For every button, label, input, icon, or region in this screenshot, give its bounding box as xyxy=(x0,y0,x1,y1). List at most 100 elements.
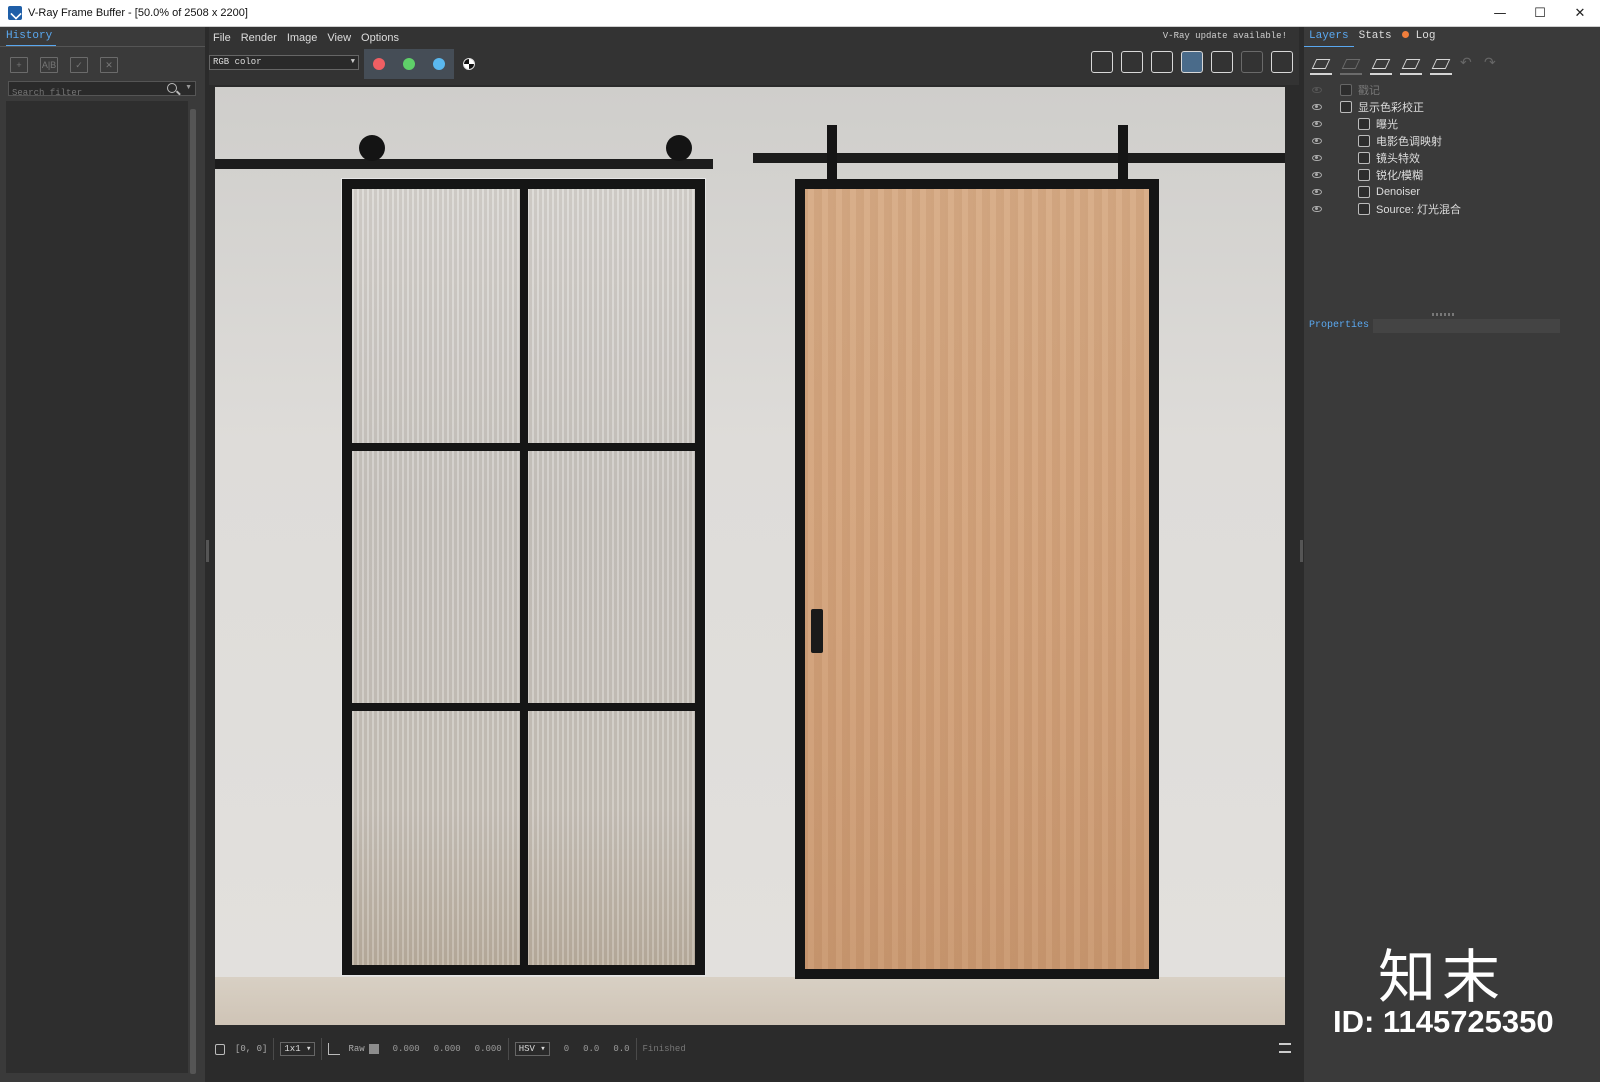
layers-panel: Layers Stats Log ↶ ↷ 戳记 显示色彩校正 曝光 电影色调映射… xyxy=(1304,27,1600,1082)
maximize-button[interactable]: ☐ xyxy=(1520,0,1560,27)
raw-label: Raw xyxy=(348,1044,365,1054)
render-image[interactable] xyxy=(215,87,1285,1025)
delete-layer-icon[interactable] xyxy=(1340,55,1362,75)
history-search: ▼ xyxy=(8,81,196,100)
render-toolbar: RGB color ▼ xyxy=(209,49,1299,85)
wheel xyxy=(666,135,692,161)
tab-divider xyxy=(0,46,205,47)
chevron-down-icon: ▼ xyxy=(350,58,355,66)
menu-view[interactable]: View xyxy=(322,32,356,44)
history-scrollbar[interactable] xyxy=(190,109,196,1074)
layer-row[interactable]: 镜头特效 xyxy=(1304,149,1600,166)
exposure-icon xyxy=(1358,117,1370,130)
mullion xyxy=(520,189,528,965)
eye-icon[interactable] xyxy=(1312,137,1322,144)
menu-options[interactable]: Options xyxy=(356,32,404,44)
s-value: 0.0 xyxy=(583,1044,600,1054)
green-channel-button[interactable] xyxy=(394,49,424,79)
close-button[interactable]: ✕ xyxy=(1560,0,1600,27)
layer-row[interactable]: 锐化/模糊 xyxy=(1304,166,1600,183)
add-layer-icon[interactable] xyxy=(1310,55,1332,75)
track-mouse-icon[interactable] xyxy=(1181,51,1203,73)
undo-icon[interactable]: ↶ xyxy=(1460,55,1476,75)
hsv-segment: HSV ▾ 0 0.0 0.0 xyxy=(509,1038,637,1060)
r-value: 0.000 xyxy=(392,1044,420,1054)
green-dot-icon xyxy=(403,58,415,70)
eye-icon[interactable] xyxy=(1312,205,1322,212)
blue-channel-button[interactable] xyxy=(424,49,454,79)
mono-button[interactable] xyxy=(454,49,484,79)
panel-splitter-handle[interactable] xyxy=(1432,313,1456,316)
update-notice[interactable]: V-Ray update available! xyxy=(1163,31,1287,41)
search-input[interactable] xyxy=(9,86,159,100)
floor xyxy=(215,977,1285,1025)
history-list[interactable] xyxy=(6,101,188,1073)
layer-row[interactable]: Source: 灯光混合 xyxy=(1304,200,1600,217)
eye-icon[interactable] xyxy=(1312,86,1322,93)
tab-layers[interactable]: Layers xyxy=(1304,29,1354,47)
teapot-icon[interactable] xyxy=(1271,51,1293,73)
red-dot-icon xyxy=(373,58,385,70)
tab-log[interactable]: Log xyxy=(1397,29,1441,47)
b-value: 0.000 xyxy=(474,1044,502,1054)
layer-row[interactable]: 曝光 xyxy=(1304,115,1600,132)
eye-icon[interactable] xyxy=(1312,171,1322,178)
menu-image[interactable]: Image xyxy=(282,32,323,44)
left-rail xyxy=(215,159,713,169)
properties-label: Properties xyxy=(1307,320,1372,331)
channel-select[interactable]: RGB color ▼ xyxy=(209,55,359,70)
load-layers-icon[interactable] xyxy=(1400,55,1422,75)
layer-label: 锐化/模糊 xyxy=(1376,169,1424,182)
remove-history-icon[interactable]: ✕ xyxy=(100,57,118,73)
layer-row[interactable]: 电影色调映射 xyxy=(1304,132,1600,149)
eye-icon[interactable] xyxy=(1312,120,1322,127)
status-bar: [0, 0] 1x1 ▾ Raw 0.000 0.000 0.000 HSV ▾… xyxy=(209,1035,1299,1063)
layers-list: 戳记 显示色彩校正 曝光 电影色调映射 镜头特效 锐化/模糊 Denoiser … xyxy=(1304,81,1600,217)
clear-image-icon[interactable] xyxy=(1121,51,1143,73)
history-panel: History + A|B ✓ ✕ ▼ xyxy=(0,27,205,1082)
channel-select-value: RGB color xyxy=(213,57,262,67)
render-icon[interactable] xyxy=(1211,51,1233,73)
h-value: 0 xyxy=(563,1044,570,1054)
eye-icon[interactable] xyxy=(1312,188,1322,195)
color-correction-icon xyxy=(1340,100,1352,113)
zoom-select[interactable]: 1x1 ▾ xyxy=(280,1042,316,1056)
layer-row[interactable]: Denoiser xyxy=(1304,183,1600,200)
save-image-icon[interactable] xyxy=(1091,51,1113,73)
minimize-button[interactable]: — xyxy=(1480,0,1520,27)
door-handle xyxy=(811,609,823,653)
zoom-segment: 1x1 ▾ xyxy=(274,1038,323,1060)
region-render-icon[interactable] xyxy=(1151,51,1173,73)
right-splitter-handle[interactable] xyxy=(1300,540,1303,562)
watermark-id: ID: 1145725350 xyxy=(1333,1004,1554,1039)
log-icon[interactable] xyxy=(1279,1043,1291,1053)
redo-icon[interactable]: ↷ xyxy=(1484,55,1500,75)
save-history-icon[interactable]: + xyxy=(10,57,28,73)
tab-history[interactable]: History xyxy=(6,30,56,46)
ab-compare-icon[interactable]: A|B xyxy=(40,57,58,73)
wheel xyxy=(359,135,385,161)
wood-door xyxy=(795,179,1159,979)
eye-icon[interactable] xyxy=(1312,103,1322,110)
tab-stats[interactable]: Stats xyxy=(1354,29,1397,47)
interactive-render-icon[interactable] xyxy=(1241,51,1263,73)
channel-buttons xyxy=(364,49,484,79)
menu-file[interactable]: File xyxy=(209,32,236,44)
color-mode-select[interactable]: HSV ▾ xyxy=(514,1042,550,1056)
render-tools xyxy=(1091,51,1293,73)
red-channel-button[interactable] xyxy=(364,49,394,79)
zoom-value: 1x1 xyxy=(284,1044,301,1054)
layer-row[interactable]: 显示色彩校正 xyxy=(1304,98,1600,115)
render-status: Finished xyxy=(642,1044,686,1054)
color-picker-icon[interactable] xyxy=(328,1043,341,1055)
save-layers-icon[interactable] xyxy=(1370,55,1392,75)
search-icon[interactable] xyxy=(167,83,177,93)
chevron-down-icon[interactable]: ▼ xyxy=(185,84,192,91)
eye-icon[interactable] xyxy=(1312,154,1322,161)
layer-row[interactable]: 戳记 xyxy=(1304,81,1600,98)
layer-list-icon[interactable] xyxy=(1430,55,1452,75)
lock-icon[interactable] xyxy=(215,1043,225,1055)
layers-toolbar: ↶ ↷ xyxy=(1310,55,1500,75)
load-history-icon[interactable]: ✓ xyxy=(70,57,88,73)
menu-render[interactable]: Render xyxy=(236,32,282,44)
